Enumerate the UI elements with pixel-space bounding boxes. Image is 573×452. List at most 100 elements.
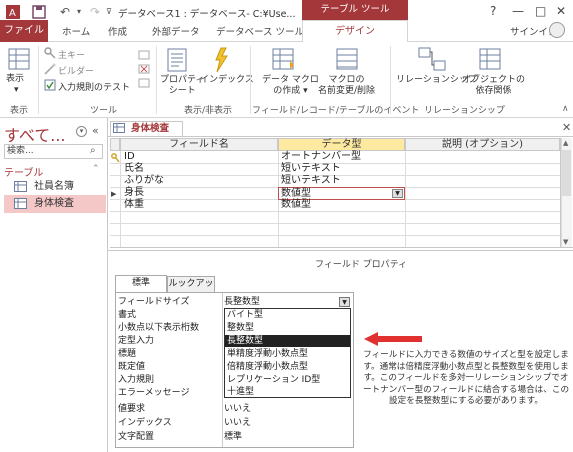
indexes-button[interactable]: インデックス — [200, 75, 254, 86]
object-deps-label-2: 依存関係 — [475, 86, 512, 96]
field-name-cell[interactable]: 氏名 — [124, 163, 144, 175]
test-validation-rules-button[interactable]: 入力規則のテスト — [58, 80, 130, 93]
nav-search-input[interactable]: 検索... — [4, 144, 103, 159]
data-type-cell[interactable]: 短いテキスト — [281, 163, 341, 175]
view-dropdown-icon[interactable]: ▾ — [14, 85, 19, 96]
dropdown-arrow-icon[interactable]: ▼ — [392, 189, 403, 198]
property-sheet-button[interactable]: プロパティ シート — [160, 75, 204, 97]
grid-line — [110, 223, 560, 224]
context-tab-table-tools: テーブル ツール — [302, 0, 408, 20]
object-dependencies-button[interactable]: オブジェクトの 依存関係 — [462, 75, 525, 97]
field-size-dropdown-icon[interactable]: ▼ — [339, 297, 350, 307]
ribbon-tab-row: ファイル ホーム 作成 外部データ データベース ツール デザイン — [0, 20, 573, 43]
field-properties-caption: フィールド プロパティ — [315, 260, 408, 270]
property-label: 標題 — [118, 349, 137, 359]
object-deps-label-1: オブジェクトの — [462, 75, 526, 85]
property-label: エラーメッセージ — [118, 388, 190, 398]
object-dependencies-icon — [478, 47, 504, 73]
data-type-cell[interactable]: オートナンバー型 — [281, 151, 361, 163]
grid-line — [110, 211, 560, 212]
ribbon-separator — [250, 46, 251, 114]
undo-dropdown-icon[interactable]: ▾ — [72, 5, 86, 19]
nav-pane-title[interactable]: すべて... — [4, 122, 66, 146]
property-label: 文字配置 — [118, 432, 155, 442]
tab-lookup[interactable]: ルックアップ — [167, 276, 215, 304]
field-name-cell[interactable]: ふりがな — [124, 175, 164, 187]
collapse-group-icon[interactable]: ⌃ — [92, 164, 100, 174]
property-label: フィールドサイズ — [118, 297, 190, 307]
dropdown-option[interactable]: 倍精度浮動小数点型 — [225, 361, 350, 373]
close-document-icon[interactable]: ✕ — [562, 121, 571, 134]
create-data-macro-button[interactable]: データ マクロ の作成 ▾ — [262, 75, 319, 97]
minimize-button[interactable]: — — [512, 4, 524, 18]
table-icon — [14, 181, 27, 192]
data-type-cell[interactable]: 数値型 — [281, 199, 311, 211]
data-type-cell[interactable]: 短いテキスト — [281, 175, 341, 187]
maximize-button[interactable]: □ — [535, 4, 546, 18]
tab-external-data[interactable]: 外部データ — [152, 24, 200, 38]
table-icon — [113, 123, 125, 133]
property-value[interactable]: いいえ — [224, 417, 251, 429]
rename-delete-macro-button[interactable]: マクロの 名前変更/削除 — [318, 75, 375, 97]
scrollbar-thumb[interactable] — [562, 150, 571, 196]
row-insert-delete-icons — [138, 50, 150, 88]
nav-category-tables[interactable]: テーブル — [4, 164, 43, 179]
rename-macro-icon — [334, 47, 360, 73]
property-value[interactable]: 長整数型 — [224, 296, 260, 308]
tab-file[interactable]: ファイル — [0, 20, 48, 42]
field-name-cell[interactable]: ID — [124, 151, 135, 163]
primary-key-icon — [111, 153, 120, 163]
tab-design[interactable]: デザイン — [302, 20, 408, 43]
save-icon[interactable] — [32, 5, 46, 19]
dropdown-option[interactable]: バイト型 — [225, 309, 350, 321]
nav-menu-icon[interactable]: ▾ — [76, 126, 87, 137]
property-row[interactable]: フィールドサイズ 長整数型 — [116, 296, 352, 308]
property-value[interactable]: 標準 — [224, 431, 242, 443]
collapse-ribbon-icon[interactable]: ∧ — [562, 104, 569, 114]
close-button[interactable]: ✕ — [556, 4, 566, 18]
property-label: 定型入力 — [118, 336, 155, 346]
row-selector-arrow-icon: ▶ — [111, 190, 117, 198]
relationships-icon — [418, 47, 446, 73]
group-label-view: 表示 — [10, 106, 29, 116]
property-value[interactable]: いいえ — [224, 403, 251, 415]
dropdown-option[interactable]: レプリケーション ID型 — [225, 374, 350, 386]
property-row[interactable]: インデックス いいえ — [116, 417, 352, 429]
property-row[interactable]: 文字配置 標準 — [116, 431, 352, 443]
shutter-bar-icon[interactable]: « — [92, 124, 99, 137]
data-macro-label-2: の作成 ▾ — [273, 86, 308, 96]
primary-key-button[interactable]: 主キー — [58, 48, 85, 61]
red-arrow-icon — [364, 332, 424, 346]
grid-line — [110, 235, 560, 236]
search-icon: ⌕ — [90, 145, 96, 156]
undo-icon[interactable]: ↶ — [58, 5, 72, 19]
property-label: インデックス — [118, 418, 172, 428]
test-rules-icon — [44, 79, 56, 91]
splitter[interactable] — [108, 250, 573, 251]
help-button[interactable]: ? — [490, 4, 496, 18]
view-icon — [8, 48, 30, 70]
ribbon-separator — [38, 46, 39, 114]
scroll-up-icon[interactable]: ▲ — [563, 139, 568, 147]
view-button[interactable]: 表示 — [6, 74, 24, 85]
scroll-down-icon[interactable]: ▼ — [563, 238, 568, 246]
field-name-cell[interactable]: 身長 — [124, 187, 144, 199]
builder-icon — [44, 63, 56, 75]
tab-general[interactable]: 標準 — [115, 275, 167, 292]
customize-qat-icon[interactable]: ⊽ — [102, 5, 116, 19]
property-label: 入力規則 — [118, 375, 155, 385]
builder-button[interactable]: ビルダー — [58, 64, 94, 77]
avatar[interactable] — [549, 22, 565, 38]
dropdown-option[interactable]: 単精度浮動小数点型 — [225, 348, 350, 360]
tab-create[interactable]: 作成 — [108, 24, 127, 38]
group-label-tools: ツール — [90, 106, 118, 116]
dropdown-option[interactable]: 十進型 — [225, 386, 350, 398]
column-header-field-name: フィールド名 — [120, 138, 278, 151]
property-row[interactable]: 値要求 いいえ — [116, 403, 352, 415]
indexes-icon — [208, 47, 234, 73]
field-name-cell[interactable]: 体重 — [124, 199, 144, 211]
dropdown-option[interactable]: 整数型 — [225, 322, 350, 334]
dropdown-option-selected[interactable]: 長整数型 — [225, 335, 350, 347]
tab-home[interactable]: ホーム — [62, 24, 90, 38]
tab-database-tools[interactable]: データベース ツール — [216, 24, 304, 38]
